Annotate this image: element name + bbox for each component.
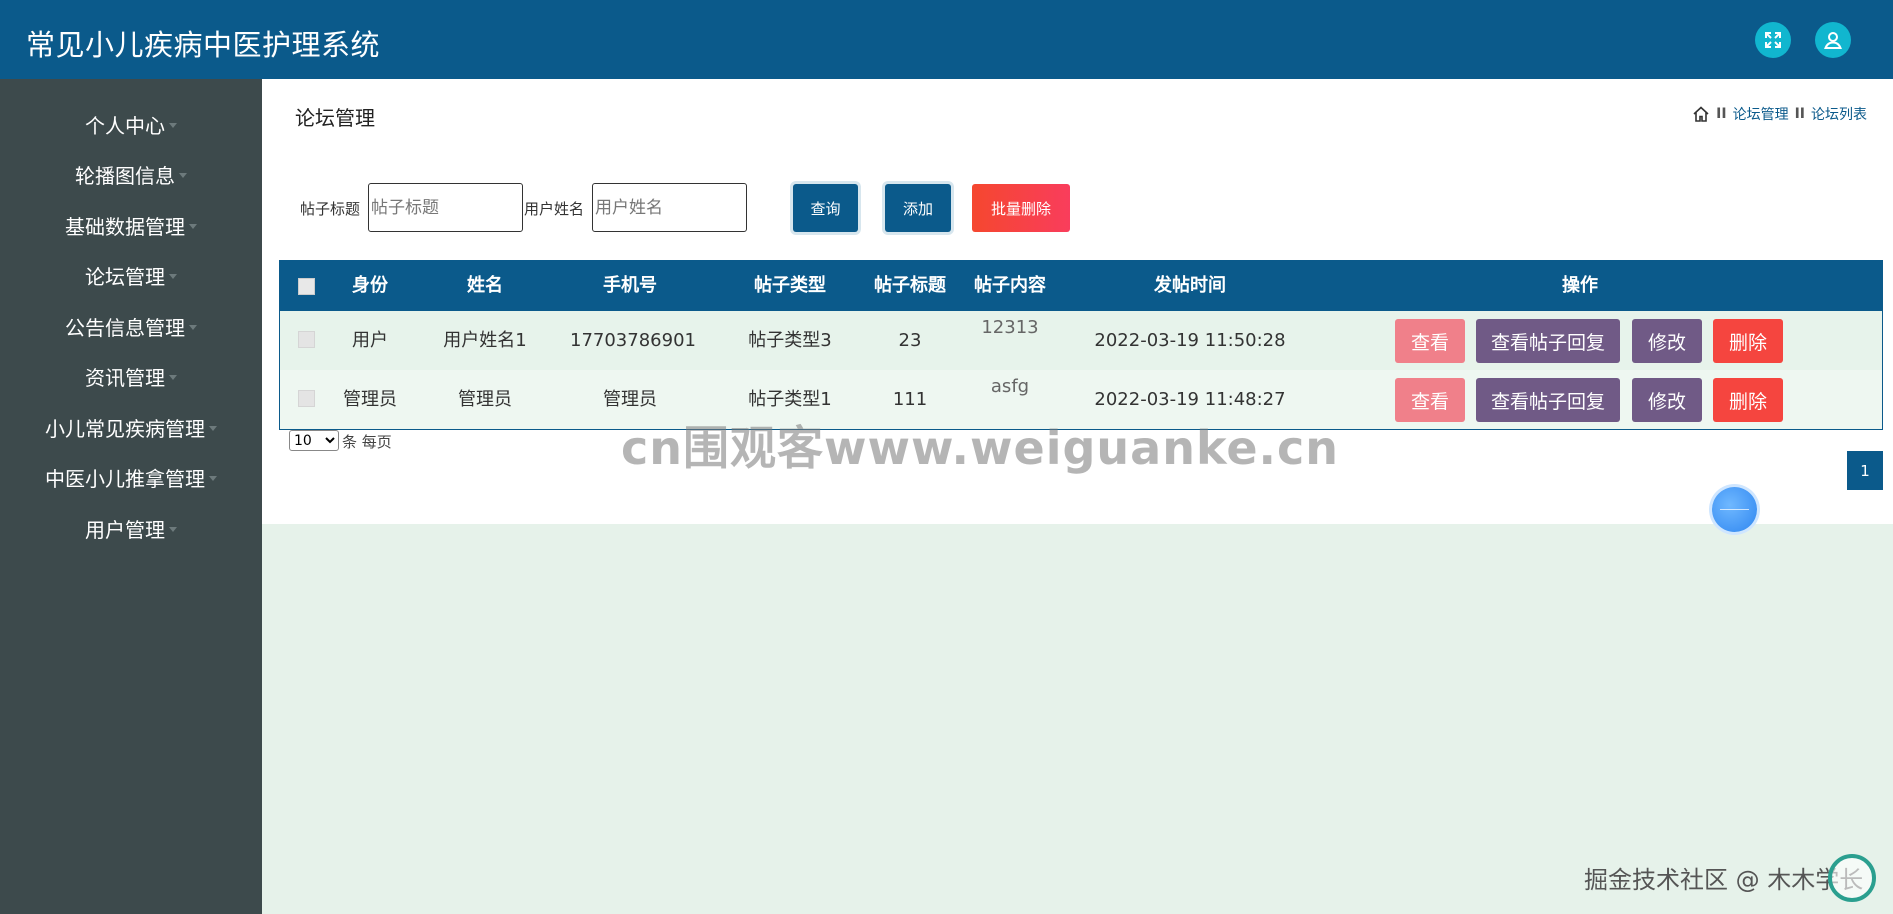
page-size-select[interactable]: 10 <box>289 430 339 451</box>
sidebar-item-label: 小儿常见疾病管理 <box>45 416 205 441</box>
floating-assistant-button[interactable] <box>1712 487 1757 532</box>
sidebar: 个人中心 轮播图信息 基础数据管理 论坛管理 公告信息管理 资讯管理 小儿常见疾… <box>0 79 262 914</box>
view-button[interactable]: 查看 <box>1395 378 1465 422</box>
sidebar-item-label: 公告信息管理 <box>65 315 185 340</box>
caret-down-icon <box>169 527 177 532</box>
column-header-post-type: 帖子类型 <box>754 275 826 296</box>
forum-table: 身份 姓名 手机号 帖子类型 帖子标题 帖子内容 发帖时间 操作 用户 用户姓名… <box>279 260 1883 430</box>
post-title-input[interactable] <box>368 183 523 232</box>
top-header: 常见小儿疾病中医护理系统 <box>0 0 1893 79</box>
column-header-actions: 操作 <box>1562 275 1598 296</box>
corner-badge-icon <box>1828 854 1876 902</box>
caret-down-icon <box>189 325 197 330</box>
home-icon[interactable] <box>1692 105 1710 123</box>
table-row: 用户 用户姓名1 17703786901 帖子类型3 23 12313 2022… <box>280 311 1882 370</box>
query-button[interactable]: 查询 <box>793 184 858 232</box>
cell-post-title: 23 <box>898 330 922 351</box>
sidebar-item-label: 论坛管理 <box>85 264 165 289</box>
column-header-post-time: 发帖时间 <box>1154 275 1226 296</box>
fullscreen-button[interactable] <box>1755 22 1791 58</box>
watermark-text: cn围观客www.weiguanke.cn <box>621 421 1340 475</box>
caret-down-icon <box>209 476 217 481</box>
row-checkbox[interactable] <box>298 390 315 407</box>
cell-post-time: 2022-03-19 11:50:28 <box>1094 330 1286 351</box>
sidebar-item-personal-center[interactable]: 个人中心 <box>0 104 262 144</box>
sidebar-item-users[interactable]: 用户管理 <box>0 508 262 548</box>
sidebar-item-massage[interactable]: 中医小儿推拿管理 <box>0 457 262 497</box>
sidebar-item-basic-data[interactable]: 基础数据管理 <box>0 205 262 245</box>
sidebar-item-label: 资讯管理 <box>85 365 165 390</box>
view-replies-button[interactable]: 查看帖子回复 <box>1476 378 1620 422</box>
column-header-phone: 手机号 <box>603 275 657 296</box>
page-title: 论坛管理 <box>295 106 375 130</box>
sidebar-item-carousel[interactable]: 轮播图信息 <box>0 154 262 194</box>
cell-post-type: 帖子类型3 <box>748 330 832 351</box>
sidebar-item-announcements[interactable]: 公告信息管理 <box>0 306 262 346</box>
sidebar-item-label: 个人中心 <box>85 113 165 138</box>
delete-button[interactable]: 删除 <box>1713 378 1783 422</box>
expand-icon <box>1765 32 1781 48</box>
sidebar-item-forum[interactable]: 论坛管理 <box>0 255 262 295</box>
cell-name: 用户姓名1 <box>443 330 527 351</box>
view-button[interactable]: 查看 <box>1395 319 1465 363</box>
caret-down-icon <box>169 123 177 128</box>
credit-text: 掘金技术社区 @ 木木学长 <box>1584 866 1864 894</box>
breadcrumb-separator: II <box>1794 106 1805 122</box>
caret-down-icon <box>169 274 177 279</box>
breadcrumb-forum-list: 论坛列表 <box>1811 107 1867 123</box>
caret-down-icon <box>179 173 187 178</box>
caret-down-icon <box>169 375 177 380</box>
sidebar-item-label: 中医小儿推拿管理 <box>45 466 205 491</box>
breadcrumb-forum-management[interactable]: 论坛管理 <box>1733 104 1789 124</box>
page-number-button[interactable]: 1 <box>1847 451 1883 490</box>
cell-name: 管理员 <box>458 389 512 410</box>
sidebar-item-label: 基础数据管理 <box>65 214 185 239</box>
sidebar-item-news[interactable]: 资讯管理 <box>0 356 262 396</box>
column-header-role: 身份 <box>352 275 388 296</box>
delete-button[interactable]: 删除 <box>1713 319 1783 363</box>
edit-button[interactable]: 修改 <box>1632 319 1702 363</box>
app-title: 常见小儿疾病中医护理系统 <box>26 28 381 62</box>
cell-post-content: 12313 <box>981 317 1039 338</box>
page-size-suffix: 条 每页 <box>342 433 392 451</box>
view-replies-button[interactable]: 查看帖子回复 <box>1476 319 1620 363</box>
column-header-name: 姓名 <box>467 275 503 296</box>
user-menu-button[interactable] <box>1815 22 1851 58</box>
sidebar-item-label: 用户管理 <box>85 517 165 542</box>
select-all-checkbox[interactable] <box>298 278 315 295</box>
cell-role: 用户 <box>352 330 388 351</box>
row-checkbox[interactable] <box>298 331 315 348</box>
sidebar-item-diseases[interactable]: 小儿常见疾病管理 <box>0 407 262 447</box>
cell-phone: 17703786901 <box>570 330 696 351</box>
cell-role: 管理员 <box>343 389 397 410</box>
sidebar-item-label: 轮播图信息 <box>75 163 175 188</box>
column-header-post-title: 帖子标题 <box>874 275 946 296</box>
user-name-input[interactable] <box>592 183 747 232</box>
batch-delete-button[interactable]: 批量删除 <box>972 184 1070 232</box>
edit-button[interactable]: 修改 <box>1632 378 1702 422</box>
caret-down-icon <box>189 224 197 229</box>
column-header-post-content: 帖子内容 <box>974 275 1046 296</box>
caret-down-icon <box>209 426 217 431</box>
table-header: 身份 姓名 手机号 帖子类型 帖子标题 帖子内容 发帖时间 操作 <box>280 261 1882 311</box>
user-icon <box>1824 32 1842 49</box>
post-title-label: 帖子标题 <box>300 200 361 218</box>
breadcrumb-separator: II <box>1716 106 1727 122</box>
add-button[interactable]: 添加 <box>885 184 951 232</box>
breadcrumb: II 论坛管理 II 论坛列表 <box>1692 104 1867 124</box>
user-name-label: 用户姓名 <box>524 200 585 218</box>
